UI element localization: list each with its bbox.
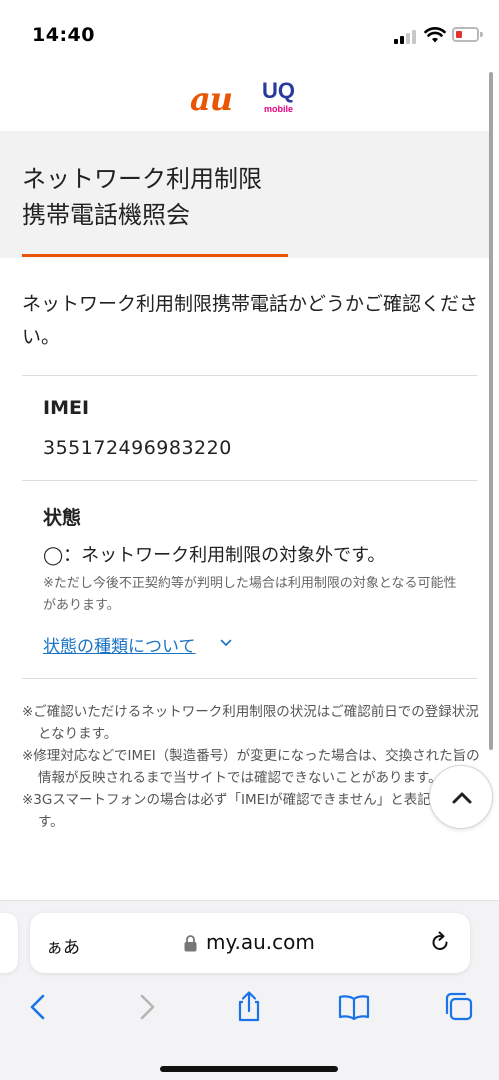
cellular-signal-icon (394, 30, 418, 44)
chevron-up-icon (452, 792, 472, 804)
address-bar[interactable]: ぁあ my.au.com (30, 913, 470, 973)
wifi-icon (424, 27, 446, 43)
notes-section: ※ご確認いただけるネットワーク利用制限の状況はご確認前日での登録状況となります。… (22, 701, 482, 833)
page-title-band: ネットワーク利用制限 携帯電話機照会 (0, 131, 490, 258)
share-icon[interactable] (231, 989, 267, 1025)
status-result-text: ◯：ネットワーク利用制限の対象外です。 (43, 545, 386, 566)
divider (22, 375, 477, 376)
note-item: ※3Gスマートフォンの場合は必ず「IMEIが確認できません」と表記されます。 (22, 792, 472, 830)
back-to-top-button[interactable] (429, 765, 493, 829)
imei-label: IMEI (43, 397, 90, 419)
status-time: 14:40 (32, 24, 95, 46)
title-underline (22, 254, 288, 257)
uq-logo-subtitle: mobile (264, 104, 294, 114)
chevron-left-icon[interactable] (21, 989, 57, 1025)
brand-logos: au UQ mobile (0, 70, 499, 130)
reload-icon[interactable] (428, 930, 452, 954)
page-scrollbar[interactable] (489, 72, 493, 750)
chevron-down-icon[interactable] (220, 637, 232, 649)
status-types-link[interactable]: 状態の種類について (43, 632, 196, 657)
au-logo: au (190, 80, 233, 118)
status-label: 状態 (43, 507, 82, 529)
browser-toolbar: ぁあ my.au.com (0, 900, 499, 1080)
page-settings-button[interactable]: ぁあ (46, 933, 80, 958)
page-title: ネットワーク利用制限 (22, 165, 262, 193)
home-indicator (160, 1066, 338, 1072)
url-text[interactable]: my.au.com (206, 930, 315, 954)
page-subtitle: 携帯電話機照会 (22, 201, 190, 229)
lock-icon (184, 935, 197, 952)
chevron-right-icon[interactable] (128, 989, 164, 1025)
divider (22, 678, 477, 679)
divider (22, 480, 477, 481)
intro-text: ネットワーク利用制限携帯電話かどうかご確認ください。 (22, 293, 479, 348)
note-item: ※ご確認いただけるネットワーク利用制限の状況はご確認前日での登録状況となります。 (22, 704, 479, 742)
imei-value: 355172496983220 (43, 437, 232, 459)
status-bar: 14:40 (0, 0, 499, 70)
book-icon[interactable] (336, 989, 372, 1025)
battery-icon (452, 27, 483, 42)
previous-tab-preview[interactable] (0, 913, 18, 973)
uq-logo: UQ (262, 78, 295, 103)
tabs-icon[interactable] (441, 989, 477, 1025)
note-item: ※修理対応などでIMEI（製造番号）が変更になった場合は、交換された旨の情報が反… (22, 748, 480, 786)
status-note: ※ただし今後不正契約等が判明した場合は利用制限の対象となる可能性があります。 (43, 576, 457, 613)
